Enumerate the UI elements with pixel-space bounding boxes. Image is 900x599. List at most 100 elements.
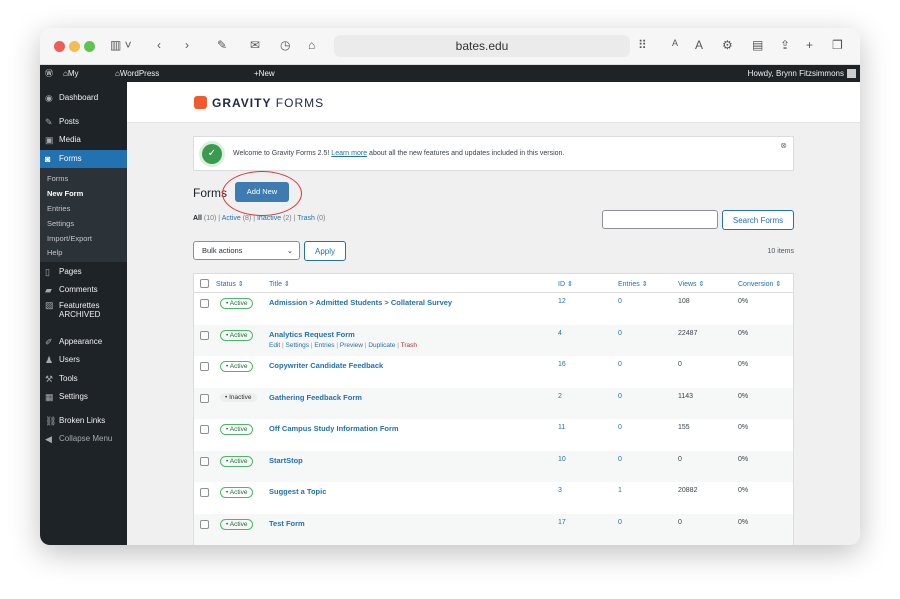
sidebar-item-featurettes[interactable]: ▨ Featurettes ARCHIVED <box>40 301 127 320</box>
sidebar-item-tools[interactable]: ⚒ Tools <box>40 371 127 387</box>
sidebar-item-broken-links[interactable]: ⛓ Broken Links <box>40 413 127 429</box>
new-tab-icon[interactable]: + <box>806 38 813 52</box>
sidebar-item-pages[interactable]: ▯ Pages <box>40 264 127 280</box>
search-forms-button[interactable]: Search Forms <box>722 210 794 230</box>
form-title-link[interactable]: Analytics Request Form <box>269 330 355 339</box>
dismiss-icon[interactable]: ⊗ <box>780 141 787 150</box>
filter-trash[interactable]: Trash <box>297 215 315 222</box>
column-conversion[interactable]: Conversion ⇕ <box>738 280 781 288</box>
collapse-menu-button[interactable]: ◀ Collapse Menu <box>40 431 127 447</box>
submenu-entries[interactable]: Entries <box>40 204 127 213</box>
column-id[interactable]: ID ⇕ <box>558 280 573 288</box>
row-checkbox[interactable] <box>200 488 209 497</box>
submenu-forms[interactable]: Forms <box>40 174 127 183</box>
filter-inactive[interactable]: Inactive <box>257 215 281 222</box>
entries-count[interactable]: 1 <box>618 487 622 494</box>
status-badge[interactable]: • Active <box>220 518 254 530</box>
row-action-duplicate[interactable]: Duplicate <box>368 342 395 349</box>
gravity-forms-logo: GRAVITY FORMS <box>194 96 324 110</box>
form-title-link[interactable]: Off Campus Study Information Form <box>269 424 399 433</box>
forward-icon[interactable]: › <box>185 38 189 52</box>
status-badge[interactable]: • Inactive <box>220 392 257 402</box>
row-action-preview[interactable]: Preview <box>340 342 363 349</box>
form-title-link[interactable]: Suggest a Topic <box>269 487 326 496</box>
grid-icon[interactable]: ⠿ <box>638 38 647 52</box>
status-badge[interactable]: • Active <box>220 361 254 372</box>
mail-icon[interactable]: ✉ <box>250 38 260 52</box>
select-all-checkbox[interactable] <box>200 279 209 288</box>
text-smaller-icon[interactable]: A <box>672 38 678 48</box>
row-action-entries[interactable]: Entries <box>314 342 334 349</box>
new-link[interactable]: + New <box>254 65 275 82</box>
home-icon[interactable]: ⌂ <box>308 38 315 52</box>
status-badge[interactable]: • Active <box>220 487 254 498</box>
howdy-link[interactable]: Howdy, Brynn Fitzsimmons <box>748 65 844 82</box>
apply-button[interactable]: Apply <box>304 241 346 261</box>
form-title-link[interactable]: Copywriter Candidate Feedback <box>269 361 383 370</box>
avatar[interactable] <box>847 69 856 78</box>
sidebar-item-posts[interactable]: ✎ Posts <box>40 114 127 130</box>
entries-count[interactable]: 0 <box>618 519 622 526</box>
status-badge[interactable]: • Active <box>220 298 254 309</box>
my-sites-link[interactable]: ⌂ My Sites <box>63 65 86 95</box>
form-title-link[interactable]: Test Form <box>269 519 305 528</box>
sidebar-item-dashboard[interactable]: ◉ Dashboard <box>40 90 127 106</box>
back-icon[interactable]: ‹ <box>157 38 161 52</box>
status-badge[interactable]: • Active <box>220 424 254 435</box>
row-action-settings[interactable]: Settings <box>286 342 310 349</box>
column-status[interactable]: Status ⇕ <box>216 280 244 288</box>
row-checkbox[interactable] <box>200 519 209 529</box>
text-larger-icon[interactable]: A <box>695 38 703 52</box>
sidebar-item-appearance[interactable]: ✐ Appearance <box>40 334 127 350</box>
row-checkbox[interactable] <box>200 425 209 434</box>
sidebar-item-users[interactable]: ♟ Users <box>40 352 127 368</box>
gear-icon[interactable]: ⚙ <box>722 38 733 52</box>
status-badge[interactable]: • Active <box>220 329 254 341</box>
bulk-actions-select[interactable]: Bulk actions ⌄ <box>193 241 300 260</box>
history-icon[interactable]: ◷ <box>280 38 290 52</box>
submenu-new-form[interactable]: New Form <box>40 189 127 198</box>
entries-count[interactable]: 0 <box>618 361 622 368</box>
zoom-window-button[interactable] <box>84 41 95 52</box>
site-link[interactable]: ⌂ WordPress Community of Practice <box>115 65 160 112</box>
entries-count[interactable]: 0 <box>618 456 622 463</box>
filter-all[interactable]: All <box>193 215 202 222</box>
form-title-link[interactable]: Gathering Feedback Form <box>269 393 362 402</box>
address-bar[interactable]: bates.edu <box>334 35 630 57</box>
row-checkbox[interactable] <box>200 362 209 371</box>
sidebar-item-forms[interactable]: ◙ Forms <box>40 150 127 168</box>
entries-count[interactable]: 0 <box>618 298 622 305</box>
entries-count[interactable]: 0 <box>618 424 622 431</box>
column-entries[interactable]: Entries ⇕ <box>618 280 648 288</box>
sidebar-toggle-icon[interactable]: ▥ ˅ <box>110 38 132 52</box>
close-window-button[interactable] <box>54 41 65 52</box>
share-icon[interactable]: ⇪ <box>780 38 790 52</box>
sidebar-item-comments[interactable]: ▰ Comments <box>40 282 127 298</box>
entries-count[interactable]: 0 <box>618 330 622 337</box>
submenu-import-export[interactable]: Import/Export <box>40 234 127 243</box>
search-input[interactable] <box>602 210 718 229</box>
row-action-edit[interactable]: Edit <box>269 342 280 349</box>
status-badge[interactable]: • Active <box>220 455 254 467</box>
entries-count[interactable]: 0 <box>618 393 622 400</box>
print-icon[interactable]: ▤ <box>752 38 763 52</box>
column-views[interactable]: Views ⇕ <box>678 280 704 288</box>
row-checkbox[interactable] <box>200 456 209 466</box>
wordpress-logo-icon[interactable]: Ⓦ <box>45 65 53 82</box>
row-checkbox[interactable] <box>200 393 209 403</box>
row-action-trash[interactable]: Trash <box>401 342 417 349</box>
row-checkbox[interactable] <box>200 330 209 340</box>
minimize-window-button[interactable] <box>69 41 80 52</box>
submenu-settings[interactable]: Settings <box>40 219 127 228</box>
edit-icon[interactable]: ✎ <box>217 38 227 52</box>
row-checkbox[interactable] <box>200 299 209 308</box>
sidebar-item-media[interactable]: ▣ Media <box>40 132 127 148</box>
learn-more-link[interactable]: Learn more <box>331 150 367 157</box>
filter-active[interactable]: Active <box>222 215 241 222</box>
sidebar-item-settings[interactable]: ▦ Settings <box>40 389 127 405</box>
form-title-link[interactable]: Admission > Admitted Students > Collater… <box>269 298 452 307</box>
form-title-link[interactable]: StartStop <box>269 456 303 465</box>
column-title[interactable]: Title ⇕ <box>269 280 290 288</box>
tabs-icon[interactable]: ❐ <box>832 38 843 52</box>
submenu-help[interactable]: Help <box>40 248 127 257</box>
